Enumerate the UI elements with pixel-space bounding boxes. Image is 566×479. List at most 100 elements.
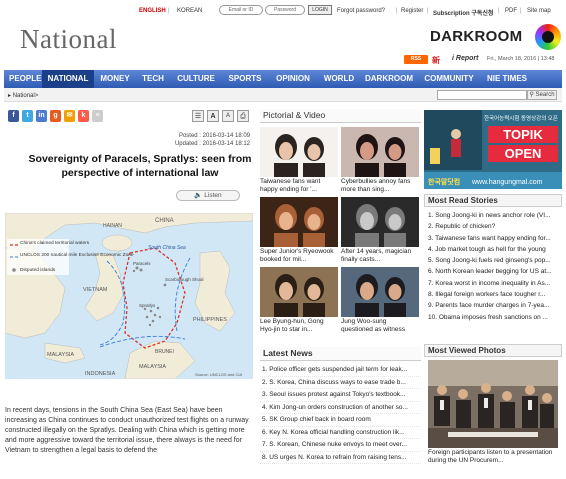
weibo-icon[interactable]: 新 bbox=[432, 55, 440, 66]
current-date: Fri., March 18, 2016 | 13:48 bbox=[487, 56, 555, 62]
most-read-item[interactable]: 5. Song Joong-ki fuels red ginseng's pop… bbox=[424, 255, 562, 266]
pictorial-caption[interactable]: After 14 years, magician finally casts..… bbox=[341, 248, 419, 265]
facebook-icon[interactable]: f bbox=[8, 110, 19, 122]
nav-item-opinion[interactable]: OPINION bbox=[268, 70, 318, 88]
pictorial-thumbnail[interactable] bbox=[341, 267, 419, 317]
linkedin-icon[interactable]: in bbox=[36, 110, 47, 122]
pictorial-item[interactable]: Jung Woo-sung questioned as witness bbox=[341, 267, 419, 335]
section-logo[interactable]: National bbox=[20, 24, 117, 55]
twitter-icon[interactable]: t bbox=[22, 110, 33, 122]
pictorial-thumbnail[interactable] bbox=[341, 127, 419, 177]
ireport-link[interactable]: i Report bbox=[452, 55, 478, 62]
latest-news-item[interactable]: 2. S. Korea, China discuss ways to ease … bbox=[260, 377, 421, 389]
nav-item-sports[interactable]: SPORTS bbox=[222, 70, 268, 88]
font-decrease-icon[interactable]: A bbox=[222, 110, 234, 122]
posted-date: Posted : 2016-03-14 18:09 bbox=[178, 133, 250, 139]
label-spratlys: Spratlys bbox=[139, 303, 156, 308]
latest-news-item[interactable]: 3. Seoul issues protest against Tokyo's … bbox=[260, 389, 421, 402]
ad-korean-top: 한국어능력시험 동영상강의 오픈 bbox=[484, 114, 558, 122]
pictorial-caption[interactable]: Lee Byung-hun, Gong Hyo-jin to star in..… bbox=[260, 318, 338, 335]
latest-news-item[interactable]: 8. US urges N. Korea to refrain from rai… bbox=[260, 452, 421, 464]
font-increase-icon[interactable]: A bbox=[207, 110, 219, 122]
share-icon[interactable]: g bbox=[50, 110, 61, 122]
nav-item-people[interactable]: PEOPLE bbox=[4, 70, 42, 88]
label-brunei: BRUNEI bbox=[155, 349, 174, 355]
register-link[interactable]: Register bbox=[401, 8, 423, 14]
nav-item-tech[interactable]: TECH bbox=[136, 70, 170, 88]
nav-item-darkroom[interactable]: DARKROOM bbox=[360, 70, 418, 88]
legend-islands: Disputed islands bbox=[20, 267, 56, 273]
most-read-item[interactable]: 10. Obama imposes fresh sanctions on ... bbox=[424, 312, 562, 323]
updated-date: Updated : 2016-03-14 18:12 bbox=[174, 141, 250, 147]
most-read-item[interactable]: 4. Job market tough as hell for the youn… bbox=[424, 244, 562, 255]
pictorial-thumbnail[interactable] bbox=[260, 267, 338, 317]
korean-link[interactable]: KOREAN bbox=[177, 8, 202, 14]
label-scs: South China Sea bbox=[148, 245, 186, 251]
pictorial-item[interactable]: Taiwanese fans want happy ending for '..… bbox=[260, 127, 338, 195]
latest-news-item[interactable]: 7. S. Korean, Chinese nuke envoys to mee… bbox=[260, 439, 421, 452]
pictorial-caption[interactable]: Cyberbullies annoy fans more than sing..… bbox=[341, 178, 419, 195]
more-share-icon[interactable]: ≡ bbox=[92, 110, 103, 122]
pictorial-caption[interactable]: Super Junior's Ryeowook booked for mil..… bbox=[260, 248, 338, 265]
kakao-icon[interactable]: k bbox=[78, 110, 89, 122]
most-read-panel: Most Read Stories 1. Song Joong-ki in ne… bbox=[424, 194, 562, 323]
latest-news-item[interactable]: 5. SK Group chief back in board room bbox=[260, 414, 421, 427]
latest-news-item[interactable]: 4. Kim Jong-un orders construction of an… bbox=[260, 402, 421, 414]
email-share-icon[interactable]: ✉ bbox=[64, 110, 75, 122]
forgot-password-link[interactable]: Forgot password? bbox=[337, 8, 385, 14]
sitemap-link[interactable]: Site map bbox=[527, 8, 551, 14]
latest-news-item[interactable]: 6. Key N. Korea official handling constr… bbox=[260, 427, 421, 439]
search-button[interactable]: ⚲ Search bbox=[527, 90, 557, 100]
label-vietnam: VIETNAM bbox=[83, 287, 108, 293]
login-button[interactable]: LOGIN bbox=[308, 5, 332, 15]
password-field[interactable]: Password bbox=[265, 5, 305, 15]
nav-item-national[interactable]: NATIONAL bbox=[42, 70, 94, 88]
hainan-island bbox=[101, 234, 133, 252]
speaker-icon: 🔈 bbox=[194, 192, 203, 199]
nav-item-culture[interactable]: CULTURE bbox=[170, 70, 222, 88]
most-read-item[interactable]: 8. Illegal foreign workers face tougher … bbox=[424, 289, 562, 300]
subscription-link[interactable]: Subscription 구독신청 bbox=[433, 8, 493, 17]
pictorial-item[interactable]: Cyberbullies annoy fans more than sing..… bbox=[341, 127, 419, 195]
nav-item-world[interactable]: WORLD bbox=[318, 70, 360, 88]
pictorial-thumbnail[interactable] bbox=[260, 197, 338, 247]
pictorial-item[interactable]: After 14 years, magician finally casts..… bbox=[341, 197, 419, 265]
pictorial-thumbnail[interactable] bbox=[260, 127, 338, 177]
pictorial-item[interactable]: Super Junior's Ryeowook booked for mil..… bbox=[260, 197, 338, 265]
label-scarborough: Scarborough Shoal bbox=[165, 277, 204, 282]
nav-item-nie-times[interactable]: NIE TIMES bbox=[480, 70, 534, 88]
list-icon[interactable]: ☰ bbox=[192, 110, 204, 122]
breadcrumb[interactable]: ▸ National> bbox=[8, 92, 38, 99]
pictorial-caption[interactable]: Jung Woo-sung questioned as witness bbox=[341, 318, 419, 335]
most-viewed-caption[interactable]: Foreign participants listen to a present… bbox=[424, 449, 562, 465]
pictorial-item[interactable]: Lee Byung-hun, Gong Hyo-jin to star in..… bbox=[260, 267, 338, 335]
most-read-item[interactable]: 2. Republic of chicken? bbox=[424, 221, 562, 232]
most-read-item[interactable]: 3. Taiwanese fans want happy ending for.… bbox=[424, 233, 562, 244]
nav-item-community[interactable]: COMMUNITY bbox=[418, 70, 480, 88]
pdf-link[interactable]: PDF bbox=[505, 8, 517, 14]
label-paracels: Paracels bbox=[133, 261, 151, 266]
latest-news-item[interactable]: 1. Police officer gets suspended jail te… bbox=[260, 364, 421, 377]
presenter-body bbox=[451, 139, 461, 157]
pictorial-thumbnail[interactable] bbox=[341, 197, 419, 247]
most-read-item[interactable]: 1. Song Joong-ki in news anchor role (VI… bbox=[424, 210, 562, 221]
darkroom-logo[interactable]: DARKROOM bbox=[430, 28, 522, 45]
pictorial-caption[interactable]: Taiwanese fans want happy ending for '..… bbox=[260, 178, 338, 195]
search-input[interactable] bbox=[437, 90, 527, 100]
email-field[interactable]: Email or ID bbox=[219, 5, 263, 15]
utility-bar: ENGLISH | KOREAN Email or ID Password LO… bbox=[0, 0, 566, 22]
breadcrumb-label[interactable]: National> bbox=[13, 93, 39, 99]
english-link[interactable]: ENGLISH bbox=[139, 8, 166, 14]
divider: | bbox=[396, 8, 398, 14]
most-read-item[interactable]: 6. North Korean leader begging for US at… bbox=[424, 266, 562, 277]
darkroom-aperture-icon[interactable] bbox=[535, 24, 561, 50]
print-icon[interactable]: ⎙ bbox=[237, 110, 249, 122]
most-viewed-title: Most Viewed Photos bbox=[424, 344, 562, 357]
most-viewed-photo[interactable] bbox=[428, 360, 558, 448]
rss-icon[interactable]: RSS bbox=[404, 55, 428, 64]
most-read-item[interactable]: 7. Korea worst in income inequality in A… bbox=[424, 278, 562, 289]
nav-item-money[interactable]: MONEY bbox=[94, 70, 136, 88]
listen-button[interactable]: 🔈 Listen bbox=[176, 190, 240, 201]
most-read-item[interactable]: 9. Parents face murder charges in 7-yea.… bbox=[424, 300, 562, 311]
topik-ad-banner[interactable]: 한국어능력시험 동영상강의 오픈 TOPIK OPEN 한국말닷컴 www.ha… bbox=[424, 110, 562, 189]
